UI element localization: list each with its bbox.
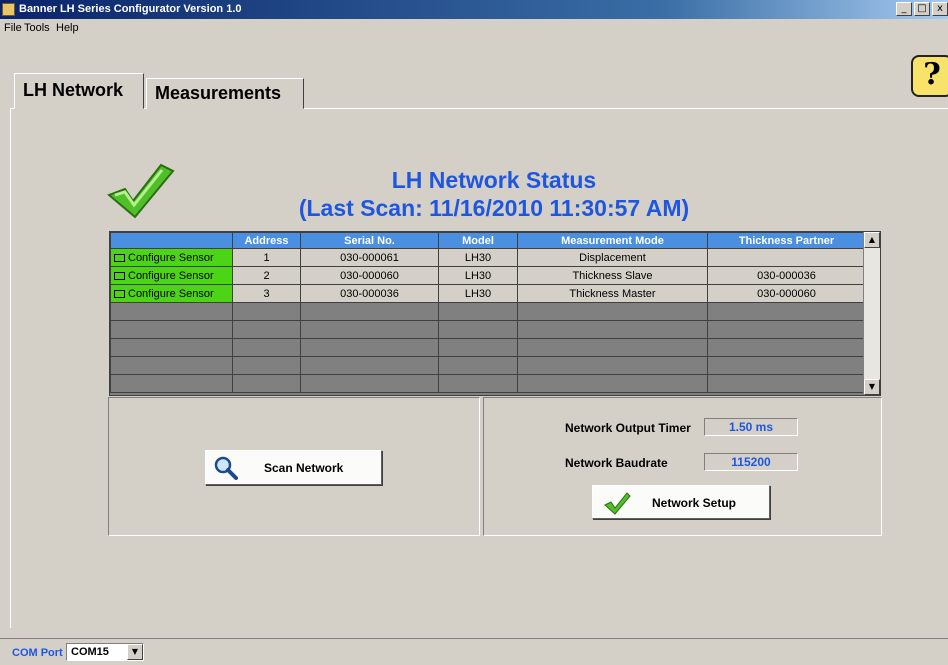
window-title: Banner LH Series Configurator Version 1.…	[19, 3, 242, 15]
com-port-label: COM Port	[12, 647, 63, 659]
menu-tools[interactable]: Tools	[24, 22, 50, 34]
menu-file[interactable]: File	[4, 22, 22, 34]
app-window: Banner LH Series Configurator Version 1.…	[0, 0, 948, 665]
maximize-button[interactable]: □	[914, 2, 930, 16]
help-button[interactable]: ?	[911, 55, 948, 97]
menu-help[interactable]: Help	[56, 22, 79, 34]
close-button[interactable]: x	[932, 2, 948, 16]
com-port-value: COM15	[71, 646, 109, 658]
com-port-select[interactable]: COM15 ▼	[66, 643, 144, 661]
question-mark-icon: ?	[923, 57, 941, 92]
tab-measurements[interactable]: Measurements	[146, 78, 304, 109]
tab-lh-network[interactable]: LH Network	[14, 73, 144, 109]
menu-bar: File Tools Help	[0, 19, 948, 37]
minimize-button[interactable]: _	[896, 2, 912, 16]
app-icon	[2, 3, 15, 16]
tab-panel	[10, 108, 948, 628]
title-bar: Banner LH Series Configurator Version 1.…	[0, 0, 948, 19]
status-bar: COM Port COM15 ▼	[0, 638, 948, 665]
chevron-down-icon[interactable]: ▼	[127, 644, 143, 660]
